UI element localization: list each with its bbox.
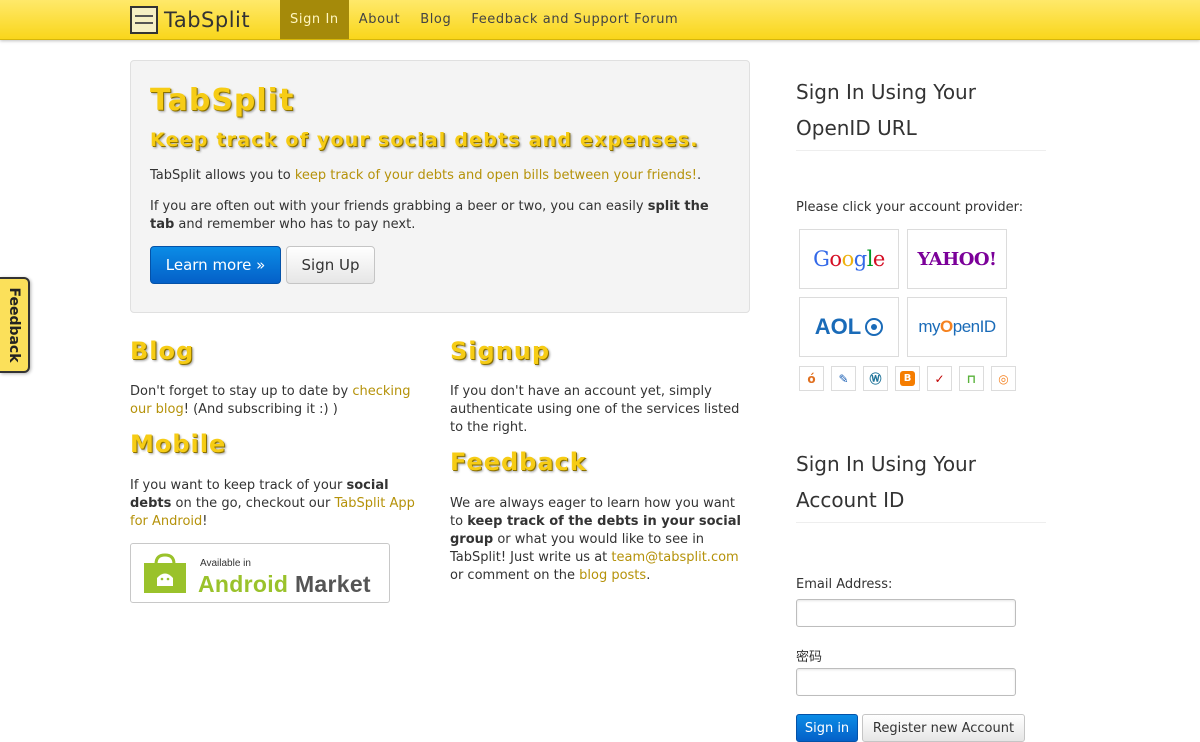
badge-available-text: Available in <box>200 558 251 569</box>
feedback-text: We are always eager to learn how you wan… <box>450 495 750 585</box>
android-market-badge[interactable]: Available in Android Market <box>130 543 390 603</box>
brand-name: TabSplit <box>164 7 251 32</box>
hero-unit: TabSplit Keep track of your social debts… <box>130 60 750 313</box>
yahoo-provider-button[interactable]: YAHOO! <box>907 229 1007 289</box>
tabsplit-logo-icon <box>130 5 158 34</box>
email-link[interactable]: team@tabsplit.com <box>611 550 738 565</box>
blogger-icon[interactable]: B <box>895 366 920 391</box>
email-input[interactable] <box>796 599 1016 627</box>
email-label: Email Address: <box>796 577 893 592</box>
aol-provider-button[interactable]: AOL <box>799 297 899 357</box>
yahoo-logo: YAHOO! <box>917 248 997 270</box>
mobile-text-end: ! <box>202 514 208 529</box>
claimid-icon[interactable]: ⊓ <box>959 366 984 391</box>
badge-android-word: Android <box>198 571 289 597</box>
blog-text-end: ! (And subscribing it :) ) <box>183 402 338 417</box>
verisign-icon[interactable]: ✓ <box>927 366 952 391</box>
hero-intro-text: TabSplit allows you to <box>150 168 295 183</box>
feedback-text-end: . <box>646 568 651 583</box>
feedback-side-tab[interactable]: Feedback <box>0 277 30 373</box>
hero-description-end: and remember who has to pay next. <box>174 217 416 232</box>
clickpass-icon[interactable]: ◎ <box>991 366 1016 391</box>
signup-heading: Signup <box>450 337 551 365</box>
myopenid-provider-button[interactable]: myOpenID <box>907 297 1007 357</box>
provider-prompt: Please click your account provider: <box>796 200 1024 215</box>
aol-logo: AOL <box>814 314 884 340</box>
password-label: 密码 <box>796 650 823 665</box>
blog-text: Don't forget to stay up to date by check… <box>130 383 430 419</box>
blog-text-start: Don't forget to stay up to date by <box>130 384 353 399</box>
openid-heading: Sign In Using Your OpenID URL <box>796 74 1046 151</box>
blog-heading: Blog <box>130 337 195 365</box>
mobile-text-start: If you want to keep track of your <box>130 478 347 493</box>
hero-intro: TabSplit allows you to keep track of you… <box>150 167 730 185</box>
google-provider-button[interactable]: Google <box>799 229 899 289</box>
nav-blog[interactable]: Blog <box>410 0 461 39</box>
brand[interactable]: TabSplit <box>130 4 250 35</box>
nav-about[interactable]: About <box>349 0 410 39</box>
hero-description: If you are often out with your friends g… <box>150 198 730 234</box>
myopenid-logo: myOpenID <box>918 317 996 336</box>
nav-feedback-forum[interactable]: Feedback and Support Forum <box>461 0 688 39</box>
password-input[interactable] <box>796 668 1016 696</box>
feedback-text-middle2: or comment on the <box>450 568 580 583</box>
pencil-icon[interactable]: ✎ <box>831 366 856 391</box>
register-account-button[interactable]: Register new Account <box>862 714 1025 742</box>
google-logo: Google <box>813 247 885 271</box>
hero-tagline: Keep track of your social debts and expe… <box>150 129 699 151</box>
feedback-tab-label: Feedback <box>6 287 22 363</box>
mobile-text-middle: on the go, checkout our <box>171 496 335 511</box>
android-bag-icon <box>144 553 186 593</box>
hero-description-text: If you are often out with your friends g… <box>150 199 648 214</box>
account-id-heading: Sign In Using Your Account ID <box>796 446 1046 523</box>
hero-title: TabSplit <box>150 83 295 118</box>
main-nav: Sign In About Blog Feedback and Support … <box>280 0 688 39</box>
mobile-heading: Mobile <box>130 430 227 458</box>
badge-market-text: Android Market <box>198 571 371 598</box>
google-logo-text: Google <box>813 247 885 271</box>
sign-up-button[interactable]: Sign Up <box>286 246 375 284</box>
hero-intro-end: . <box>696 168 702 183</box>
livejournal-icon[interactable]: ó <box>799 366 824 391</box>
sign-in-button[interactable]: Sign in <box>796 714 858 742</box>
learn-more-button[interactable]: Learn more » <box>150 246 281 284</box>
aol-eye-icon <box>865 318 884 336</box>
nav-sign-in[interactable]: Sign In <box>280 0 349 39</box>
wordpress-icon[interactable]: Ⓦ <box>863 366 888 391</box>
aol-logo-text: AOL <box>814 314 862 339</box>
blog-posts-link[interactable]: blog posts <box>579 568 646 583</box>
signup-text: If you don't have an account yet, simply… <box>450 384 740 435</box>
top-navbar: TabSplit Sign In About Blog Feedback and… <box>0 0 1200 40</box>
hero-intro-link[interactable]: keep track of your debts and open bills … <box>295 168 697 183</box>
badge-market-word: Market <box>288 571 371 597</box>
feedback-heading: Feedback <box>450 448 587 476</box>
mobile-text: If you want to keep track of your social… <box>130 477 430 531</box>
